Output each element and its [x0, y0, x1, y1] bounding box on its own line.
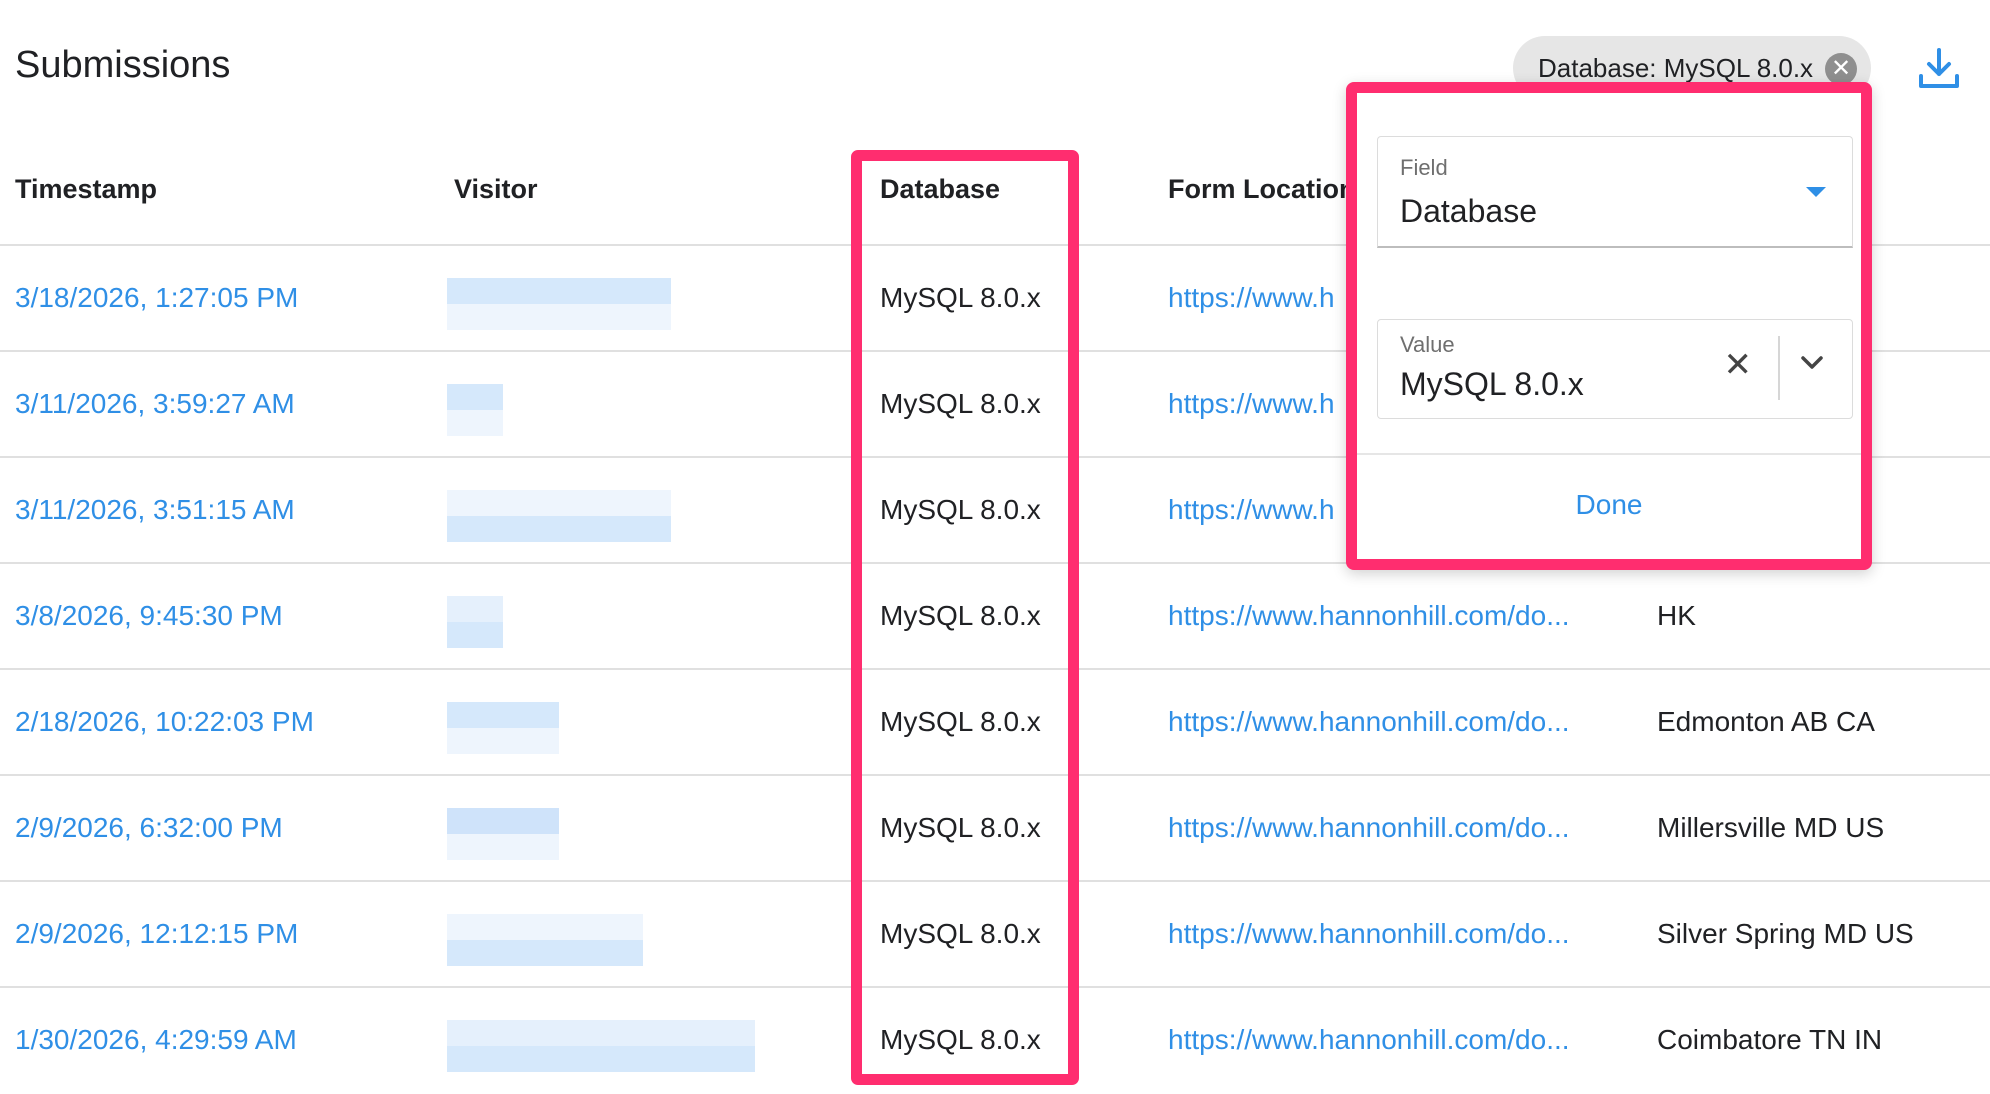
visitor-redacted — [447, 904, 807, 966]
database-cell: MySQL 8.0.x — [880, 1024, 1041, 1055]
visitor-redacted — [447, 374, 807, 436]
database-cell: MySQL 8.0.x — [880, 282, 1041, 313]
timestamp-link[interactable]: 2/9/2026, 12:12:15 PM — [15, 918, 298, 950]
visitor-redacted — [447, 1010, 807, 1072]
database-cell: MySQL 8.0.x — [880, 706, 1041, 737]
table-row[interactable]: 3/8/2026, 9:45:30 PM MySQL 8.0.x https:/… — [0, 564, 1990, 670]
visitor-redacted — [447, 268, 807, 330]
filter-chip-label: Database: MySQL 8.0.x — [1538, 52, 1814, 83]
visitor-redacted — [447, 692, 807, 754]
database-cell: MySQL 8.0.x — [880, 494, 1041, 525]
timestamp-link[interactable]: 2/9/2026, 6:32:00 PM — [15, 812, 283, 844]
separator — [1778, 336, 1780, 400]
visitor-redacted — [447, 798, 807, 860]
form-location-link[interactable]: https://www.hannonhill.com/do... — [1168, 1024, 1590, 1056]
database-cell: MySQL 8.0.x — [880, 918, 1041, 949]
visitor-redacted — [447, 586, 807, 648]
divider — [1357, 453, 1861, 455]
done-button[interactable]: Done — [1357, 489, 1861, 521]
column-header-visitor[interactable]: Visitor — [454, 174, 538, 205]
table-row[interactable]: 2/18/2026, 10:22:03 PM MySQL 8.0.x https… — [0, 670, 1990, 776]
timestamp-link[interactable]: 3/11/2026, 3:59:27 AM — [15, 388, 295, 420]
value-label: Value — [1400, 332, 1455, 357]
geo-cell: HK — [1657, 600, 1696, 631]
timestamp-link[interactable]: 3/11/2026, 3:51:15 AM — [15, 494, 295, 526]
form-location-link[interactable]: https://www.hannonhill.com/do... — [1168, 812, 1590, 844]
database-cell: MySQL 8.0.x — [880, 812, 1041, 843]
visitor-redacted — [447, 480, 807, 542]
column-header-form-location[interactable]: Form Location — [1168, 174, 1356, 205]
download-icon[interactable] — [1916, 46, 1962, 92]
clear-icon[interactable]: ✕ — [1724, 348, 1753, 382]
page-title: Submissions — [15, 44, 231, 86]
timestamp-link[interactable]: 2/18/2026, 10:22:03 PM — [15, 706, 314, 738]
chevron-down-icon[interactable] — [1798, 348, 1826, 376]
field-label: Field — [1400, 155, 1448, 180]
geo-cell: Coimbatore TN IN — [1657, 1024, 1883, 1055]
field-value: Database — [1400, 193, 1537, 229]
value-value: MySQL 8.0.x — [1400, 366, 1584, 402]
value-select[interactable]: Value MySQL 8.0.x ✕ — [1377, 319, 1853, 419]
timestamp-link[interactable]: 1/30/2026, 4:29:59 AM — [15, 1024, 297, 1056]
table-row[interactable]: 2/9/2026, 12:12:15 PM MySQL 8.0.x https:… — [0, 882, 1990, 988]
database-cell: MySQL 8.0.x — [880, 600, 1041, 631]
close-icon[interactable]: ✕ — [1825, 53, 1857, 85]
filter-popover: Field Database Value MySQL 8.0.x ✕ Done — [1346, 82, 1872, 570]
form-location-link[interactable]: https://www.hannonhill.com/do... — [1168, 706, 1590, 738]
geo-cell: Silver Spring MD US — [1657, 918, 1914, 949]
database-cell: MySQL 8.0.x — [880, 388, 1041, 419]
column-header-database[interactable]: Database — [880, 174, 1000, 205]
caret-down-icon[interactable] — [1806, 187, 1826, 197]
geo-cell: Edmonton AB CA — [1657, 706, 1875, 737]
table-row[interactable]: 2/9/2026, 6:32:00 PM MySQL 8.0.x https:/… — [0, 776, 1990, 882]
geo-cell: Millersville MD US — [1657, 812, 1885, 843]
form-location-link[interactable]: https://www.hannonhill.com/do... — [1168, 600, 1590, 632]
column-header-timestamp[interactable]: Timestamp — [15, 174, 157, 205]
timestamp-link[interactable]: 3/8/2026, 9:45:30 PM — [15, 600, 283, 632]
form-location-link[interactable]: https://www.hannonhill.com/do... — [1168, 918, 1590, 950]
timestamp-link[interactable]: 3/18/2026, 1:27:05 PM — [15, 282, 298, 314]
field-select[interactable]: Field Database — [1377, 136, 1853, 248]
table-row[interactable]: 1/30/2026, 4:29:59 AM MySQL 8.0.x https:… — [0, 988, 1990, 1094]
